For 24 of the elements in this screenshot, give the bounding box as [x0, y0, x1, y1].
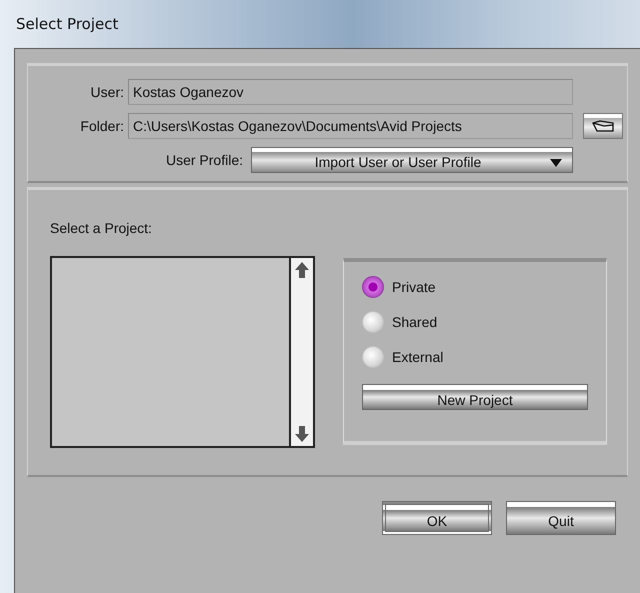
- up-arrow-icon[interactable]: [295, 262, 309, 278]
- folder-icon: [592, 120, 614, 132]
- caret-icon: [550, 159, 562, 167]
- ok-button[interactable]: OK: [382, 501, 492, 535]
- folder-button[interactable]: [583, 113, 623, 139]
- radio-label: External: [392, 349, 444, 365]
- folder-field[interactable]: C:\Users\Kostas Oganezov\Documents\Avid Projects: [128, 113, 573, 139]
- radio-label: Private: [392, 279, 436, 295]
- quit-button[interactable]: Quit: [506, 501, 616, 535]
- scrollbar[interactable]: [289, 258, 313, 446]
- radio-button[interactable]: [362, 276, 384, 298]
- user-label: User:: [90, 84, 125, 100]
- user-profile-label: User Profile:: [166, 152, 244, 168]
- window-title: Select Project: [16, 15, 118, 33]
- radio-button[interactable]: [362, 346, 384, 368]
- project-list[interactable]: [50, 256, 315, 448]
- select-project-label: Select a Project:: [50, 220, 153, 236]
- radio-button[interactable]: [362, 311, 384, 333]
- folder-label: Folder:: [79, 118, 125, 134]
- new-project-button[interactable]: New Project: [362, 384, 588, 410]
- user-field[interactable]: Kostas Oganezov: [128, 79, 573, 105]
- down-arrow-icon[interactable]: [295, 426, 309, 442]
- user-profile-dropdown[interactable]: Import User or User Profile: [251, 147, 573, 173]
- radio-label: Shared: [392, 314, 438, 330]
